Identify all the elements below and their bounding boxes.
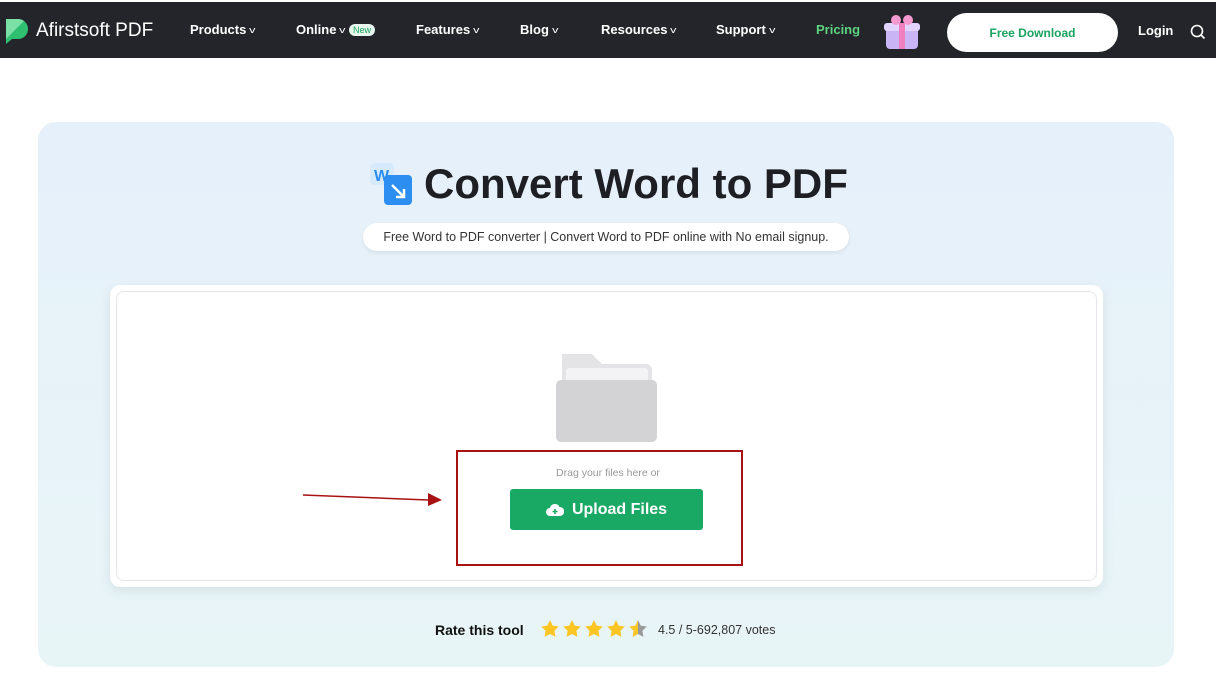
star-icon[interactable] [606, 619, 626, 639]
gift-icon[interactable] [882, 13, 922, 51]
search-icon[interactable] [1190, 24, 1206, 40]
nav-label: Products [190, 22, 247, 37]
annotation-box [456, 450, 743, 566]
brand-name: Afirstsoft PDF [36, 20, 154, 41]
rate-label: Rate this tool [435, 622, 524, 638]
nav-label: Online [296, 22, 337, 37]
star-icon[interactable] [540, 619, 560, 639]
nav-products[interactable]: Products v [190, 22, 256, 37]
chevron-down-icon: v [768, 24, 776, 35]
new-badge: New [348, 23, 375, 36]
nav-support[interactable]: Support v [716, 22, 776, 37]
chevron-down-icon: v [670, 24, 677, 35]
brand-logo[interactable]: Afirstsoft PDF [4, 17, 153, 45]
star-icon[interactable] [562, 619, 582, 639]
nav-label: Pricing [816, 22, 861, 37]
title-text: Convert Word to PDF [424, 160, 848, 207]
rating-votes: 4.5 / 5-692,807 votes [658, 623, 776, 637]
nav-features[interactable]: Features v [416, 22, 480, 37]
annotation-arrow-icon [302, 493, 442, 506]
nav-label: Support [716, 22, 766, 37]
nav-label: Features [416, 22, 471, 37]
chevron-down-icon: v [249, 24, 256, 35]
chevron-down-icon: v [551, 24, 559, 35]
folder-icon [556, 354, 657, 442]
word-to-pdf-icon: W [370, 163, 413, 205]
nav-blog[interactable]: Blog v [520, 22, 559, 37]
star-icon[interactable] [584, 619, 604, 639]
chevron-down-icon: v [339, 24, 346, 35]
subtitle: Free Word to PDF converter | Convert Wor… [363, 223, 849, 251]
star-icon[interactable] [628, 619, 648, 639]
nav-label: Blog [520, 22, 549, 37]
free-download-button[interactable]: Free Download [947, 13, 1118, 52]
top-nav: Afirstsoft PDF Products v Online v New Feat… [0, 2, 1216, 58]
login-link[interactable]: Login [1138, 23, 1173, 38]
nav-pricing[interactable]: Pricing [816, 22, 860, 37]
nav-label: Resources [601, 22, 668, 37]
page-title: W Convert Word to PDF [0, 160, 1216, 208]
logo-icon [6, 19, 28, 44]
nav-resources[interactable]: Resources v [601, 22, 677, 37]
star-rating[interactable] [540, 619, 648, 639]
nav-online[interactable]: Online v New [296, 22, 375, 37]
chevron-down-icon: v [473, 24, 480, 35]
